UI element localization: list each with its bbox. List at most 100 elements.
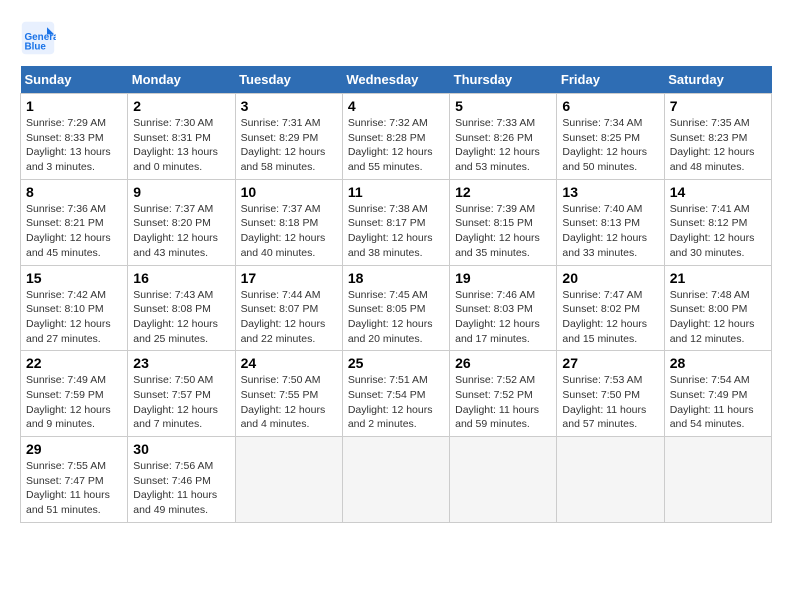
day-info: Sunrise: 7:55 AMSunset: 7:47 PMDaylight:…: [26, 459, 122, 518]
day-info: Sunrise: 7:50 AMSunset: 7:55 PMDaylight:…: [241, 373, 337, 432]
calendar-cell: [235, 437, 342, 523]
day-number: 9: [133, 184, 229, 200]
calendar-cell: [557, 437, 664, 523]
calendar-cell: 11 Sunrise: 7:38 AMSunset: 8:17 PMDayligh…: [342, 179, 449, 265]
calendar-cell: [664, 437, 771, 523]
col-tuesday: Tuesday: [235, 66, 342, 94]
calendar-cell: 13 Sunrise: 7:40 AMSunset: 8:13 PMDayligh…: [557, 179, 664, 265]
calendar-cell: 14Sunrise: 7:41 AMSunset: 8:12 PMDayligh…: [664, 179, 771, 265]
day-number: 25: [348, 355, 444, 371]
week-row-2: 8 Sunrise: 7:36 AMSunset: 8:21 PMDaylight…: [21, 179, 772, 265]
day-number: 19: [455, 270, 551, 286]
day-number: 17: [241, 270, 337, 286]
day-info: Sunrise: 7:53 AMSunset: 7:50 PMDaylight:…: [562, 373, 658, 432]
calendar-cell: 22Sunrise: 7:49 AMSunset: 7:59 PMDayligh…: [21, 351, 128, 437]
day-number: 26: [455, 355, 551, 371]
day-info: Sunrise: 7:46 AMSunset: 8:03 PMDaylight:…: [455, 288, 551, 347]
day-info: Sunrise: 7:32 AMSunset: 8:28 PMDaylight:…: [348, 116, 444, 175]
week-row-4: 22Sunrise: 7:49 AMSunset: 7:59 PMDayligh…: [21, 351, 772, 437]
logo: General Blue: [20, 20, 58, 56]
calendar-cell: 30 Sunrise: 7:56 AMSunset: 7:46 PMDayligh…: [128, 437, 235, 523]
day-number: 28: [670, 355, 766, 371]
calendar-cell: 26 Sunrise: 7:52 AMSunset: 7:52 PMDayligh…: [450, 351, 557, 437]
calendar-cell: 6Sunrise: 7:34 AMSunset: 8:25 PMDaylight…: [557, 94, 664, 180]
day-number: 4: [348, 98, 444, 114]
day-number: 27: [562, 355, 658, 371]
day-number: 23: [133, 355, 229, 371]
day-number: 12: [455, 184, 551, 200]
day-info: Sunrise: 7:37 AMSunset: 8:20 PMDaylight:…: [133, 202, 229, 261]
calendar-cell: [342, 437, 449, 523]
svg-text:Blue: Blue: [25, 42, 47, 53]
calendar-cell: [450, 437, 557, 523]
day-number: 24: [241, 355, 337, 371]
day-info: Sunrise: 7:39 AMSunset: 8:15 PMDaylight:…: [455, 202, 551, 261]
calendar-cell: 2Sunrise: 7:30 AMSunset: 8:31 PMDaylight…: [128, 94, 235, 180]
calendar-cell: 24 Sunrise: 7:50 AMSunset: 7:55 PMDayligh…: [235, 351, 342, 437]
week-row-3: 15Sunrise: 7:42 AMSunset: 8:10 PMDayligh…: [21, 265, 772, 351]
day-info: Sunrise: 7:48 AMSunset: 8:00 PMDaylight:…: [670, 288, 766, 347]
calendar-cell: 10 Sunrise: 7:37 AMSunset: 8:18 PMDayligh…: [235, 179, 342, 265]
day-number: 8: [26, 184, 122, 200]
day-info: Sunrise: 7:38 AMSunset: 8:17 PMDaylight:…: [348, 202, 444, 261]
calendar-cell: 19 Sunrise: 7:46 AMSunset: 8:03 PMDayligh…: [450, 265, 557, 351]
calendar-cell: 20 Sunrise: 7:47 AMSunset: 8:02 PMDayligh…: [557, 265, 664, 351]
day-number: 7: [670, 98, 766, 114]
calendar-cell: 5 Sunrise: 7:33 AMSunset: 8:26 PMDaylight…: [450, 94, 557, 180]
calendar-cell: 9 Sunrise: 7:37 AMSunset: 8:20 PMDaylight…: [128, 179, 235, 265]
day-info: Sunrise: 7:36 AMSunset: 8:21 PMDaylight:…: [26, 202, 122, 261]
day-number: 3: [241, 98, 337, 114]
calendar-cell: 3Sunrise: 7:31 AMSunset: 8:29 PMDaylight…: [235, 94, 342, 180]
day-info: Sunrise: 7:29 AMSunset: 8:33 PMDaylight:…: [26, 116, 122, 175]
col-sunday: Sunday: [21, 66, 128, 94]
day-info: Sunrise: 7:51 AMSunset: 7:54 PMDaylight:…: [348, 373, 444, 432]
calendar-cell: 8 Sunrise: 7:36 AMSunset: 8:21 PMDaylight…: [21, 179, 128, 265]
day-info: Sunrise: 7:40 AMSunset: 8:13 PMDaylight:…: [562, 202, 658, 261]
day-number: 21: [670, 270, 766, 286]
week-row-1: 1 Sunrise: 7:29 AMSunset: 8:33 PMDaylight…: [21, 94, 772, 180]
day-number: 13: [562, 184, 658, 200]
calendar-table: Sunday Monday Tuesday Wednesday Thursday…: [20, 66, 772, 523]
col-friday: Friday: [557, 66, 664, 94]
day-info: Sunrise: 7:49 AMSunset: 7:59 PMDaylight:…: [26, 373, 122, 432]
day-info: Sunrise: 7:47 AMSunset: 8:02 PMDaylight:…: [562, 288, 658, 347]
day-info: Sunrise: 7:33 AMSunset: 8:26 PMDaylight:…: [455, 116, 551, 175]
day-info: Sunrise: 7:37 AMSunset: 8:18 PMDaylight:…: [241, 202, 337, 261]
day-info: Sunrise: 7:52 AMSunset: 7:52 PMDaylight:…: [455, 373, 551, 432]
calendar-cell: 4 Sunrise: 7:32 AMSunset: 8:28 PMDaylight…: [342, 94, 449, 180]
day-info: Sunrise: 7:41 AMSunset: 8:12 PMDaylight:…: [670, 202, 766, 261]
day-number: 20: [562, 270, 658, 286]
day-info: Sunrise: 7:50 AMSunset: 7:57 PMDaylight:…: [133, 373, 229, 432]
calendar-cell: 15Sunrise: 7:42 AMSunset: 8:10 PMDayligh…: [21, 265, 128, 351]
day-info: Sunrise: 7:45 AMSunset: 8:05 PMDaylight:…: [348, 288, 444, 347]
day-number: 10: [241, 184, 337, 200]
calendar-cell: 18 Sunrise: 7:45 AMSunset: 8:05 PMDayligh…: [342, 265, 449, 351]
day-info: Sunrise: 7:42 AMSunset: 8:10 PMDaylight:…: [26, 288, 122, 347]
col-monday: Monday: [128, 66, 235, 94]
calendar-cell: 7 Sunrise: 7:35 AMSunset: 8:23 PMDaylight…: [664, 94, 771, 180]
day-number: 29: [26, 441, 122, 457]
calendar-cell: 21 Sunrise: 7:48 AMSunset: 8:00 PMDayligh…: [664, 265, 771, 351]
day-info: Sunrise: 7:35 AMSunset: 8:23 PMDaylight:…: [670, 116, 766, 175]
day-number: 30: [133, 441, 229, 457]
day-number: 11: [348, 184, 444, 200]
day-info: Sunrise: 7:43 AMSunset: 8:08 PMDaylight:…: [133, 288, 229, 347]
calendar-cell: 12 Sunrise: 7:39 AMSunset: 8:15 PMDayligh…: [450, 179, 557, 265]
day-number: 1: [26, 98, 122, 114]
day-info: Sunrise: 7:54 AMSunset: 7:49 PMDaylight:…: [670, 373, 766, 432]
day-number: 16: [133, 270, 229, 286]
day-info: Sunrise: 7:56 AMSunset: 7:46 PMDaylight:…: [133, 459, 229, 518]
calendar-cell: 27 Sunrise: 7:53 AMSunset: 7:50 PMDayligh…: [557, 351, 664, 437]
col-wednesday: Wednesday: [342, 66, 449, 94]
col-saturday: Saturday: [664, 66, 771, 94]
calendar-cell: 28 Sunrise: 7:54 AMSunset: 7:49 PMDayligh…: [664, 351, 771, 437]
calendar-cell: 16 Sunrise: 7:43 AMSunset: 8:08 PMDayligh…: [128, 265, 235, 351]
day-number: 18: [348, 270, 444, 286]
day-number: 5: [455, 98, 551, 114]
week-row-5: 29 Sunrise: 7:55 AMSunset: 7:47 PMDayligh…: [21, 437, 772, 523]
calendar-cell: 29 Sunrise: 7:55 AMSunset: 7:47 PMDayligh…: [21, 437, 128, 523]
day-info: Sunrise: 7:30 AMSunset: 8:31 PMDaylight:…: [133, 116, 229, 175]
page-header: General Blue: [20, 20, 772, 56]
calendar-cell: 25 Sunrise: 7:51 AMSunset: 7:54 PMDayligh…: [342, 351, 449, 437]
day-info: Sunrise: 7:44 AMSunset: 8:07 PMDaylight:…: [241, 288, 337, 347]
